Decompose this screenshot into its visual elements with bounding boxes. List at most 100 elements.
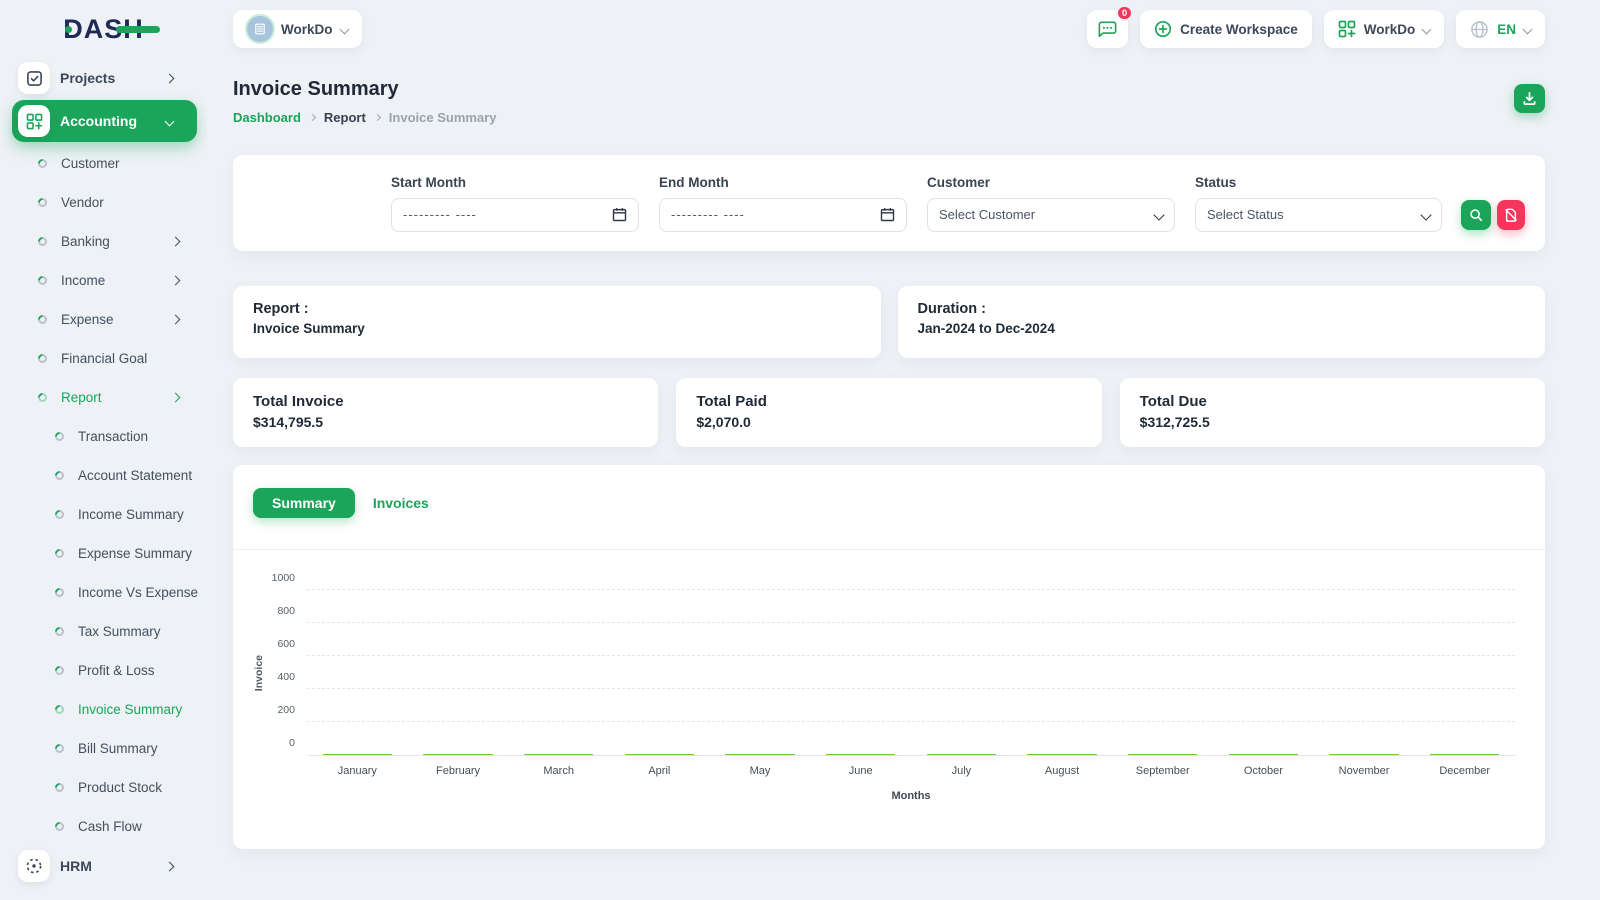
sidebar-item-expense[interactable]: Expense xyxy=(0,300,207,339)
sidebar-item-accounting[interactable]: Accounting xyxy=(12,100,197,142)
chevron-right-icon xyxy=(164,73,175,83)
x-tick-label: September xyxy=(1135,765,1190,777)
sidebar-item-label: Product Stock xyxy=(78,780,163,795)
sidebar-item-cash-flow[interactable]: Cash Flow xyxy=(0,807,207,846)
sidebar-item-customer[interactable]: Customer xyxy=(0,144,207,183)
sidebar-item-expense-summary[interactable]: Expense Summary xyxy=(0,534,207,573)
chevron-down-icon xyxy=(1153,208,1165,221)
start-month-placeholder: --------- ---- xyxy=(403,207,477,222)
status-selected-value: Select Status xyxy=(1207,207,1284,222)
brand-logo[interactable]: DASH xyxy=(0,0,207,58)
chart-plot-area: 0 200 400 600 800 1000 xyxy=(272,572,1515,756)
sidebar-item-label: Income xyxy=(61,273,106,288)
bullet-icon xyxy=(36,235,49,248)
sidebar-item-label: Tax Summary xyxy=(78,624,161,639)
bullet-icon xyxy=(53,664,66,677)
bullet-icon xyxy=(53,781,66,794)
customer-select[interactable]: Select Customer xyxy=(927,197,1175,232)
end-month-label: End Month xyxy=(659,174,729,190)
total-paid-label: Total Paid xyxy=(696,393,767,410)
breadcrumb-report[interactable]: Report xyxy=(324,110,366,125)
bullet-icon xyxy=(36,352,49,365)
sidebar-item-tax-summary[interactable]: Tax Summary xyxy=(0,612,207,651)
sidebar-item-label: Accounting xyxy=(60,113,137,129)
breadcrumb-current: Invoice Summary xyxy=(388,110,497,125)
tab-summary[interactable]: Summary xyxy=(253,488,355,518)
start-month-label: Start Month xyxy=(391,174,466,190)
sidebar-item-report[interactable]: Report xyxy=(0,378,207,417)
download-report-button[interactable] xyxy=(1514,84,1545,113)
sidebar-item-financial-goal[interactable]: Financial Goal xyxy=(0,339,207,378)
bullet-icon xyxy=(53,820,66,833)
chevron-down-icon xyxy=(1421,24,1432,34)
sidebar-item-label: Cash Flow xyxy=(78,819,142,834)
messages-button[interactable]: 0 xyxy=(1087,5,1134,48)
sidebar-item-vendor[interactable]: Vendor xyxy=(0,183,207,222)
status-select[interactable]: Select Status xyxy=(1195,197,1442,232)
tab-invoices[interactable]: Invoices xyxy=(369,488,433,518)
bullet-icon xyxy=(53,703,66,716)
bars-container xyxy=(307,590,1515,755)
apply-filter-button[interactable] xyxy=(1461,199,1491,230)
start-month-input[interactable]: --------- ---- xyxy=(391,197,639,232)
create-workspace-button[interactable]: Create Workspace xyxy=(1140,10,1312,48)
grid-plus-icon xyxy=(1338,20,1356,38)
sidebar-item-label: Bill Summary xyxy=(78,741,158,756)
bullet-icon xyxy=(36,391,49,404)
grid-plus-icon xyxy=(18,105,50,137)
duration-info-card: Duration : Jan-2024 to Dec-2024 xyxy=(897,286,1545,358)
sidebar-item-hrm[interactable]: HRM xyxy=(12,846,197,886)
x-tick-label: April xyxy=(648,765,671,777)
chevron-down-icon xyxy=(164,116,175,126)
bullet-icon xyxy=(53,586,66,599)
sidebar-item-income[interactable]: Income xyxy=(0,261,207,300)
sidebar-item-income-summary[interactable]: Income Summary xyxy=(0,495,207,534)
sidebar-item-banking[interactable]: Banking xyxy=(0,222,207,261)
bullet-icon xyxy=(36,313,49,326)
sidebar-item-income-vs-expense[interactable]: Income Vs Expense xyxy=(0,573,207,612)
chart-card: Summary Invoices Invoice 0 200 400 600 800 10… xyxy=(233,465,1545,849)
building-icon xyxy=(255,23,265,35)
sidebar-item-transaction[interactable]: Transaction xyxy=(0,417,207,456)
duration-label: Duration : xyxy=(917,301,986,317)
x-tick-label: January xyxy=(337,765,377,777)
x-tick-label: May xyxy=(749,765,771,777)
total-invoice-card: Total Invoice $314,795.5 xyxy=(233,378,659,447)
app-menu-button[interactable]: WorkDo xyxy=(1323,10,1445,48)
bar-december xyxy=(1430,754,1500,755)
chevron-right-icon xyxy=(170,314,181,325)
bar-march xyxy=(523,754,594,755)
duration-value: Jan-2024 to Dec-2024 xyxy=(917,321,1055,336)
sidebar-item-bill-summary[interactable]: Bill Summary xyxy=(0,729,207,768)
brand-logo-dash-bar xyxy=(115,25,160,33)
chevron-right-icon xyxy=(170,236,181,247)
reset-filter-button[interactable] xyxy=(1497,199,1525,230)
sidebar-item-projects[interactable]: Projects xyxy=(12,58,197,98)
chevron-right-icon xyxy=(170,275,181,286)
customer-selected-value: Select Customer xyxy=(939,207,1036,222)
bar-july xyxy=(926,754,997,755)
y-axis-title: Invoice xyxy=(253,654,265,692)
breadcrumb: Dashboard Report Invoice Summary xyxy=(233,110,496,125)
end-month-input[interactable]: --------- ---- xyxy=(659,197,907,232)
sidebar-item-product-stock[interactable]: Product Stock xyxy=(0,768,207,807)
bullet-icon xyxy=(53,742,66,755)
bar-august xyxy=(1027,754,1097,755)
file-slash-icon xyxy=(1505,208,1517,222)
chat-bubble-icon xyxy=(1098,21,1117,37)
page-content: Invoice Summary Dashboard Report Invoice… xyxy=(207,78,1600,849)
sidebar-item-profit-loss[interactable]: Profit & Loss xyxy=(0,651,207,690)
workspace-switcher[interactable]: WorkDo xyxy=(233,10,362,48)
total-invoice-value: $314,795.5 xyxy=(253,414,324,430)
app-root: DASH Projects Accounting Customer Vendor Ban… xyxy=(0,0,1600,900)
sidebar-item-label: Transaction xyxy=(78,429,149,444)
language-selector[interactable]: EN xyxy=(1456,10,1545,48)
y-tick-label: 1000 xyxy=(271,572,295,584)
x-axis-title: Months xyxy=(891,790,931,802)
bullet-icon xyxy=(36,274,49,287)
sidebar: DASH Projects Accounting Customer Vendor Ban… xyxy=(0,0,207,900)
sidebar-item-account-statement[interactable]: Account Statement xyxy=(0,456,207,495)
breadcrumb-dashboard[interactable]: Dashboard xyxy=(233,110,301,125)
sidebar-item-invoice-summary[interactable]: Invoice Summary xyxy=(0,690,207,729)
sidebar-item-label: Financial Goal xyxy=(61,351,148,366)
